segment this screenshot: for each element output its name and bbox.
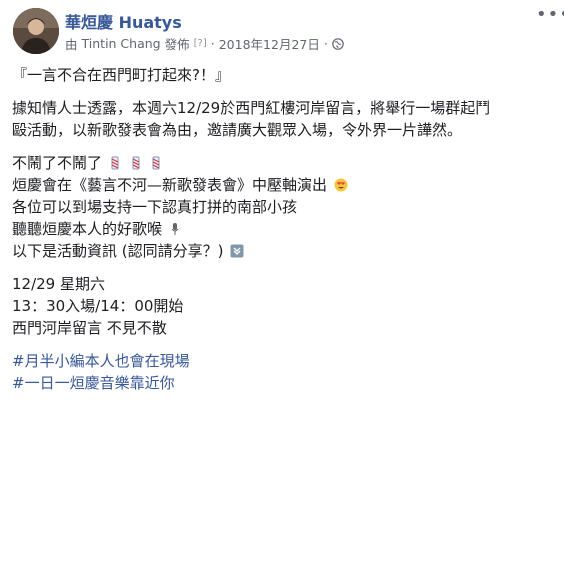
- paragraph-line-with-icons: 聽聽烜慶本人的好歌喉: [12, 218, 556, 240]
- barber-pole-icon: [130, 154, 144, 170]
- hashtag-link[interactable]: #月半小編本人也會在現場: [12, 350, 556, 372]
- author-avatar[interactable]: [13, 8, 59, 54]
- post-title: 『一言不合在西門町打起來?！』: [12, 66, 230, 84]
- author-name[interactable]: 華烜慶 Huatys: [65, 9, 182, 33]
- barber-pole-icon: [150, 154, 164, 170]
- paragraph-line: 毆活動，以新歌發表會為由，邀請廣大觀眾入場，令外界一片譁然。: [12, 121, 463, 139]
- paragraph-line: 據知情人士透露，本週六12/29於西門紅樓河岸留言，將舉行一場群起鬥: [12, 99, 491, 117]
- microphone-icon: [169, 220, 183, 235]
- barber-pole-icon: [109, 154, 123, 170]
- event-venue: 西門河岸留言 不見不散: [12, 319, 167, 337]
- paragraph-line-with-icons: 以下是活動資訊 (認同請分享？): [12, 240, 556, 262]
- globe-icon[interactable]: [332, 37, 344, 50]
- text-segment: 不鬧了不鬧了: [12, 154, 103, 172]
- posted-by-prefix: 由: [65, 37, 78, 52]
- heart-eyes-emoji-icon: [334, 176, 348, 192]
- help-tag[interactable]: [?]: [194, 38, 207, 49]
- text-segment: 以下是活動資訊 (認同請分享？): [12, 242, 224, 260]
- posted-by-name[interactable]: Tintin Chang: [82, 36, 161, 51]
- event-date: 12/29 星期六: [12, 275, 105, 293]
- text-segment: 聽聽烜慶本人的好歌喉: [12, 220, 163, 238]
- hashtag-link[interactable]: #一日一烜慶音樂靠近你: [12, 372, 556, 394]
- meta-separator: ·: [210, 36, 215, 51]
- down-arrow-button-icon: [230, 242, 244, 258]
- posted-by-suffix: 發佈: [164, 37, 190, 52]
- post-meta: 由 Tintin Chang 發佈 [?] · 2018年12月27日 ·: [65, 34, 344, 53]
- paragraph-line-with-icons: 不鬧了不鬧了: [12, 152, 556, 174]
- facebook-post: 華烜慶 Huatys 由 Tintin Chang 發佈 [?] · 2018年…: [0, 0, 564, 564]
- more-options-button[interactable]: •••: [536, 6, 564, 24]
- post-date[interactable]: 2018年12月27日: [219, 34, 320, 53]
- post-body: 『一言不合在西門町打起來?！』 據知情人士透露，本週六12/29於西門紅樓河岸留…: [12, 64, 556, 394]
- meta-separator-2: ·: [323, 36, 328, 51]
- text-segment: 烜慶會在《藝言不河—新歌發表會》中壓軸演出: [12, 176, 328, 194]
- paragraph-line-with-icons: 烜慶會在《藝言不河—新歌發表會》中壓軸演出: [12, 174, 556, 196]
- paragraph-line: 各位可以到場支持一下認真打拼的南部小孩: [12, 198, 298, 216]
- event-time: 13：30入場/14：00開始: [12, 297, 184, 315]
